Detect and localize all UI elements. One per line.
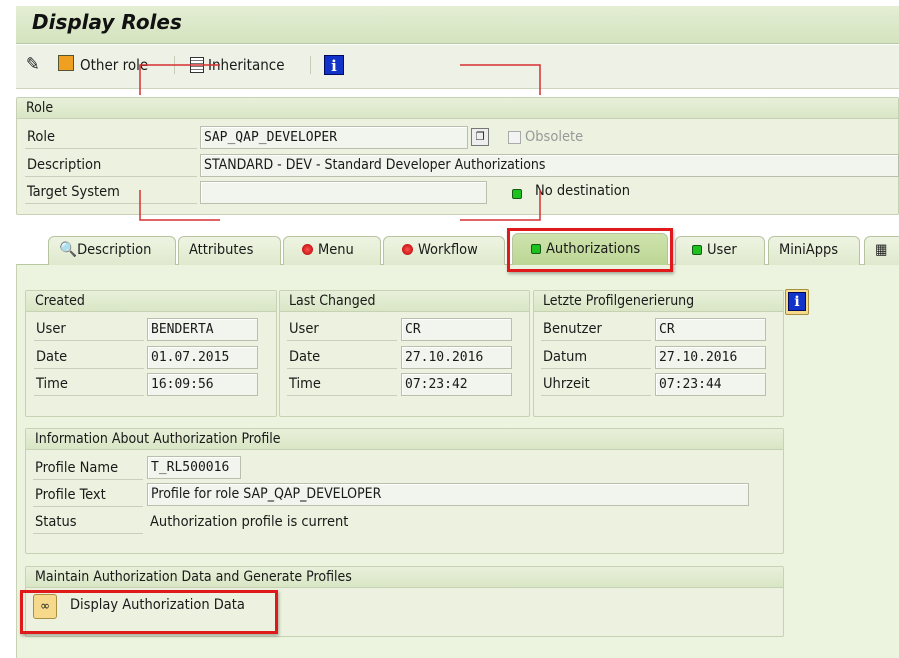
annotation-line xyxy=(139,190,220,221)
annotation-line xyxy=(460,190,541,221)
annotation-line xyxy=(139,64,220,95)
annotation-line xyxy=(460,64,541,95)
annotation-lines xyxy=(139,64,541,221)
